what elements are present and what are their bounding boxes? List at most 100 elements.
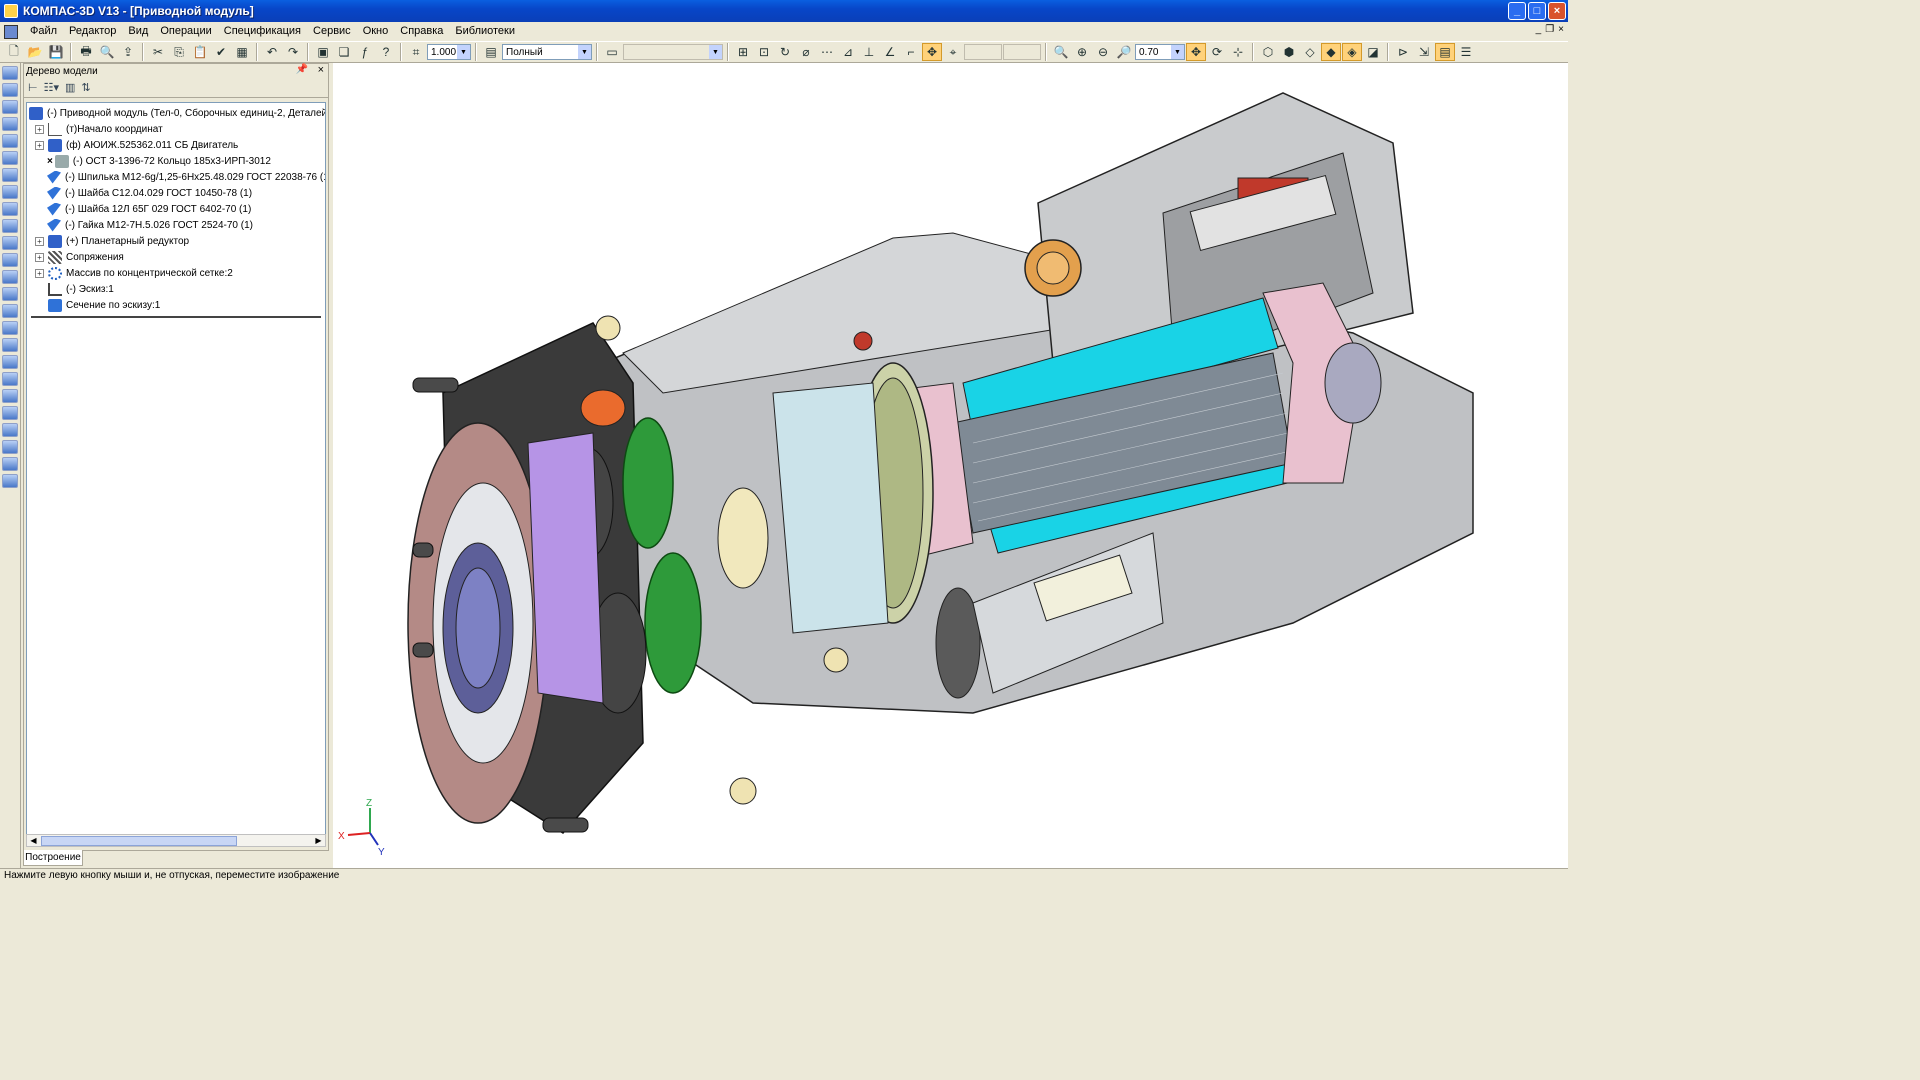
cursor-icon[interactable]: ⌖ — [943, 43, 963, 61]
rib-icon[interactable] — [2, 389, 18, 403]
hole-icon[interactable] — [2, 406, 18, 420]
layers-icon[interactable]: ▤ — [481, 43, 501, 61]
open-file-icon[interactable]: 📂 — [25, 43, 45, 61]
zoom-window-icon[interactable]: 🔍 — [1051, 43, 1071, 61]
loft-icon[interactable] — [2, 287, 18, 301]
tree-node-root[interactable]: (-) Приводной модуль (Тел-0, Сборочных е… — [29, 105, 325, 121]
wireframe-icon[interactable]: ⬡ — [1258, 43, 1278, 61]
orientation-icon[interactable]: ⊹ — [1228, 43, 1248, 61]
doc-minimize-button[interactable]: _ — [1536, 24, 1542, 35]
expand-icon[interactable]: + — [35, 236, 44, 246]
tree-node-sketch[interactable]: (-) Эскиз:1 — [48, 281, 114, 297]
close-button[interactable]: × — [1548, 2, 1566, 20]
properties-panel-icon[interactable]: ☰ — [1456, 43, 1476, 61]
geometry-icon[interactable] — [2, 66, 18, 80]
mirror-icon[interactable] — [2, 440, 18, 454]
grid-icon[interactable]: ⋯ — [817, 43, 837, 61]
zoom-combo[interactable]: 0.70 ▼ — [1135, 44, 1185, 60]
menu-view[interactable]: Вид — [122, 22, 154, 41]
table-icon[interactable]: ▦ — [232, 43, 252, 61]
properties-icon[interactable]: ✔ — [211, 43, 231, 61]
local-cs-icon[interactable]: ⊡ — [754, 43, 774, 61]
undo-icon[interactable]: ↶ — [262, 43, 282, 61]
expand-icon[interactable]: + — [35, 252, 44, 262]
rotate-icon[interactable]: ⟳ — [1207, 43, 1227, 61]
print-icon[interactable]: 🖶 — [76, 43, 96, 61]
thin-lines-icon[interactable]: ◇ — [1300, 43, 1320, 61]
scale-icon[interactable]: ⌗ — [406, 43, 426, 61]
close-icon[interactable]: × — [318, 64, 324, 76]
menu-help[interactable]: Справка — [394, 22, 449, 41]
snap-active-icon[interactable]: ✥ — [922, 43, 942, 61]
tab-construction[interactable]: Построение — [23, 850, 83, 866]
menu-libraries[interactable]: Библиотеки — [449, 22, 521, 41]
model-tree-toggle-icon[interactable]: ▤ — [1435, 43, 1455, 61]
tree-node-washer-1[interactable]: (-) Шайба С12.04.029 ГОСТ 10450-78 (1) — [47, 185, 252, 201]
cut-icon[interactable]: ✂ — [148, 43, 168, 61]
coord-icon[interactable]: ⊥ — [859, 43, 879, 61]
filter-tool-icon[interactable] — [2, 151, 18, 165]
reports-icon[interactable] — [2, 185, 18, 199]
paste-icon[interactable]: 📋 — [190, 43, 210, 61]
chevron-down-icon[interactable]: ▼ — [1171, 45, 1184, 59]
help-icon[interactable]: ? — [376, 43, 396, 61]
tree-node-ring[interactable]: × (-) ОСТ 3-1396-72 Кольцо 185x3-ИРП-301… — [47, 153, 271, 169]
chevron-down-icon[interactable]: ▼ — [578, 45, 591, 59]
menu-service[interactable]: Сервис — [307, 22, 357, 41]
tree-node-section[interactable]: Сечение по эскизу:1 — [48, 297, 160, 313]
tree-node-motor[interactable]: + (ф) АЮИЖ.525362.011 СБ Двигатель — [35, 137, 238, 153]
scroll-right-icon[interactable]: ▶ — [312, 835, 325, 846]
perspective-icon[interactable]: ◪ — [1363, 43, 1383, 61]
filter-icon[interactable]: ⊳ — [1393, 43, 1413, 61]
extrude-icon[interactable] — [2, 236, 18, 250]
zoom-scale-icon[interactable]: 🔎 — [1114, 43, 1134, 61]
zoom-out-icon[interactable]: ⊖ — [1093, 43, 1113, 61]
menu-file[interactable]: Файл — [24, 22, 63, 41]
menu-window[interactable]: Окно — [357, 22, 395, 41]
ortho-icon[interactable]: ⊿ — [838, 43, 858, 61]
measure-tool-icon[interactable] — [2, 134, 18, 148]
redo-icon[interactable]: ↷ — [283, 43, 303, 61]
save-icon[interactable]: 💾 — [46, 43, 66, 61]
sweep-icon[interactable] — [2, 270, 18, 284]
scroll-thumb[interactable] — [41, 836, 237, 846]
specification-tool-icon[interactable] — [2, 168, 18, 182]
select-icon[interactable]: ⇲ — [1414, 43, 1434, 61]
pin-icon[interactable]: 📌 — [296, 64, 308, 75]
scroll-left-icon[interactable]: ◀ — [27, 835, 40, 846]
tree-node-origin[interactable]: + (т)Начало координат — [35, 121, 163, 137]
measure-icon[interactable]: ⌀ — [796, 43, 816, 61]
tree-horizontal-scrollbar[interactable]: ◀ ▶ — [26, 834, 326, 847]
export-icon[interactable]: ⇪ — [118, 43, 138, 61]
shell-icon[interactable] — [2, 372, 18, 386]
expand-icon[interactable]: + — [35, 124, 44, 134]
zoom-in-icon[interactable]: ⊕ — [1072, 43, 1092, 61]
tree-node-mates[interactable]: + Сопряжения — [35, 249, 124, 265]
new-file-icon[interactable]: 🗋 — [4, 43, 24, 61]
thread-icon[interactable] — [2, 457, 18, 471]
tree-node-nut[interactable]: (-) Гайка М12-7Н.5.026 ГОСТ 2524-70 (1) — [47, 217, 253, 233]
shaded-icon[interactable]: ◆ — [1321, 43, 1341, 61]
array-icon[interactable] — [2, 100, 18, 114]
edit-icon[interactable] — [2, 83, 18, 97]
revolve-icon[interactable] — [2, 253, 18, 267]
doc-restore-button[interactable]: ❐ — [1545, 24, 1554, 35]
manager-icon[interactable]: ▣ — [313, 43, 333, 61]
hidden-lines-icon[interactable]: ⬢ — [1279, 43, 1299, 61]
rotate-snap-icon[interactable]: ↻ — [775, 43, 795, 61]
chamfer-icon[interactable] — [2, 355, 18, 369]
cut-extrude-icon[interactable] — [2, 304, 18, 318]
snap-icon[interactable]: ⊞ — [733, 43, 753, 61]
auxiliary-geometry-icon[interactable] — [2, 117, 18, 131]
tree-node-washer-2[interactable]: (-) Шайба 12Л 65Г 029 ГОСТ 6402-70 (1) — [47, 201, 251, 217]
menu-operations[interactable]: Операции — [154, 22, 217, 41]
copy-icon[interactable]: ⎘ — [169, 43, 189, 61]
shaded-edges-icon[interactable]: ◈ — [1342, 43, 1362, 61]
doc-close-button[interactable]: × — [1558, 24, 1564, 35]
menu-editor[interactable]: Редактор — [63, 22, 122, 41]
tree-node-circular-array[interactable]: + Массив по концентрической сетке:2 — [35, 265, 233, 281]
surface-icon[interactable] — [2, 202, 18, 216]
expand-icon[interactable]: + — [35, 268, 44, 278]
tree-node-stud[interactable]: (-) Шпилька М12-6g/1,25-6Hx25.48.029 ГОС… — [47, 169, 325, 185]
section-icon[interactable] — [2, 423, 18, 437]
